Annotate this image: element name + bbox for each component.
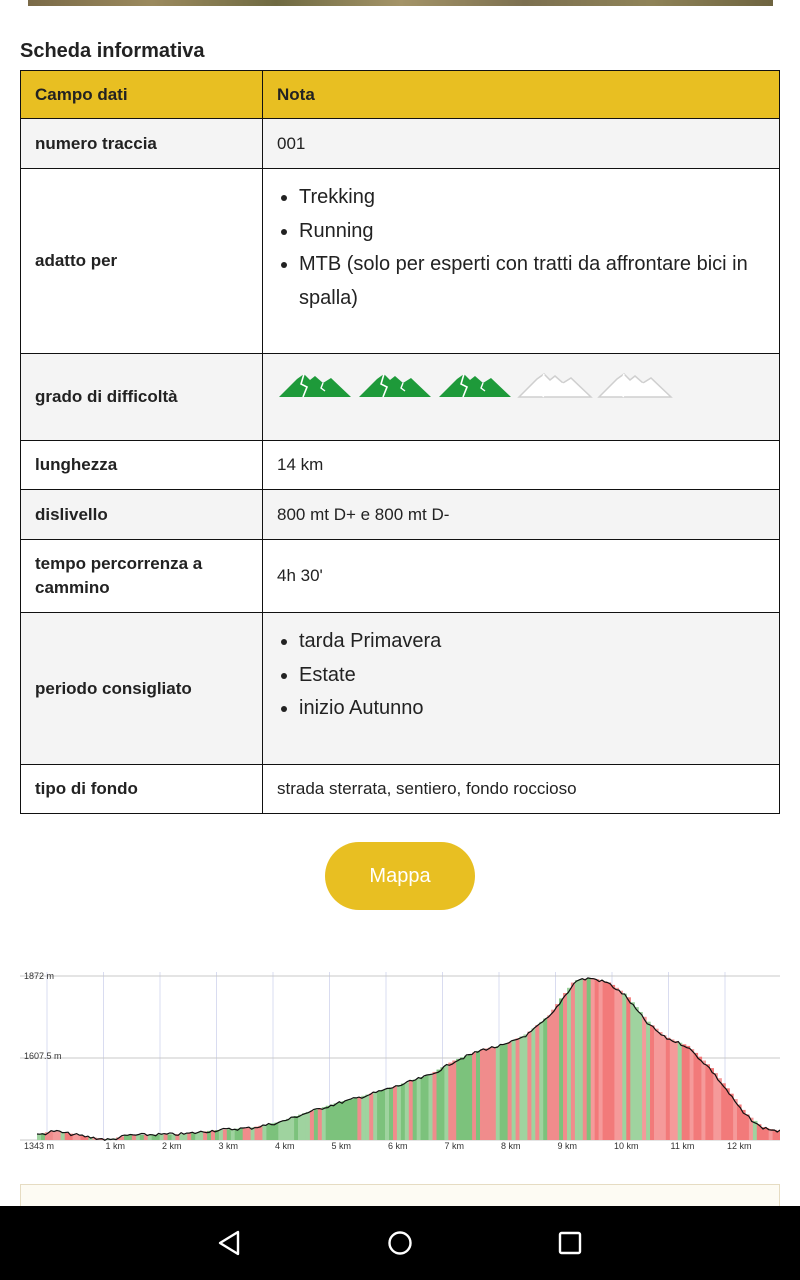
list-item: tarda Primavera: [299, 625, 765, 659]
x-label: 10 km: [614, 1141, 639, 1151]
list-item: Running: [299, 215, 765, 249]
section-title: Scheda informativa: [20, 40, 205, 62]
table-row: numero traccia 001: [20, 118, 780, 169]
table-row: grado di difficoltà: [20, 353, 780, 441]
x-label: 5 km: [332, 1141, 352, 1151]
header-photo: [28, 0, 773, 6]
table-row: lunghezza 14 km: [20, 440, 780, 490]
row-value: 14 km: [262, 440, 780, 490]
home-button[interactable]: [360, 1206, 440, 1280]
difficulty-mountains: [277, 366, 765, 400]
mountain-filled-icon: [439, 373, 511, 398]
y-label-mid: 1607.5 m: [24, 1051, 62, 1061]
recents-icon: [558, 1231, 582, 1255]
table-header-row: Campo dati Nota: [20, 70, 780, 119]
x-label: 2 km: [162, 1141, 182, 1151]
mountain-empty-icon: [517, 373, 593, 398]
list-item: MTB (solo per esperti con tratti da affr…: [299, 248, 765, 315]
back-button[interactable]: [190, 1206, 270, 1280]
row-key: lunghezza: [20, 440, 263, 490]
row-value: strada sterrata, sentiero, fondo roccios…: [262, 764, 780, 814]
table-row: tipo di fondo strada sterrata, sentiero,…: [20, 764, 780, 814]
x-label: 8 km: [501, 1141, 521, 1151]
android-nav-bar: [0, 1206, 800, 1280]
y-label-min: 1343 m: [24, 1141, 54, 1151]
x-label: 11 km: [671, 1141, 695, 1151]
header-key: Campo dati: [20, 70, 263, 119]
x-label: 1 km: [106, 1141, 126, 1151]
x-label: 6 km: [388, 1141, 408, 1151]
x-label: 7 km: [445, 1141, 465, 1151]
mountain-filled-icon: [359, 373, 431, 398]
row-value: 4h 30': [262, 539, 780, 613]
map-button[interactable]: Mappa: [325, 842, 475, 910]
home-icon: [388, 1231, 412, 1255]
row-key: grado di difficoltà: [20, 353, 263, 441]
list-item: Trekking: [299, 181, 765, 215]
header-value: Nota: [262, 70, 780, 119]
row-key: adatto per: [20, 168, 263, 354]
y-label-max: 1872 m: [24, 971, 54, 981]
list-item: Estate: [299, 659, 765, 693]
x-label: 4 km: [275, 1141, 295, 1151]
row-key: dislivello: [20, 489, 263, 540]
difficulty-rating: [262, 353, 780, 441]
x-label: 12 km: [727, 1141, 752, 1151]
elevation-profile-chart: 1 km 2 km 3 km 4 km 5 km 6 km 7 km 8 km 9 km 10 k…: [20, 968, 800, 1153]
table-row: dislivello 800 mt D+ e 800 mt D-: [20, 489, 780, 540]
x-label: 3 km: [219, 1141, 239, 1151]
row-key: periodo consigliato: [20, 612, 263, 765]
table-row: adatto per Trekking Running MTB (solo pe…: [20, 168, 780, 354]
table-row: tempo percorrenza a cammino 4h 30': [20, 539, 780, 613]
x-label: 9 km: [558, 1141, 578, 1151]
elevation-profile[interactable]: 1 km 2 km 3 km 4 km 5 km 6 km 7 km 8 km 9 km 10 k…: [20, 968, 800, 1153]
season-list: tarda Primavera Estate inizio Autunno: [277, 625, 765, 726]
row-value: Trekking Running MTB (solo per esperti c…: [262, 168, 780, 354]
list-item: inizio Autunno: [299, 692, 765, 726]
table-row: periodo consigliato tarda Primavera Esta…: [20, 612, 780, 765]
row-value: 001: [262, 118, 780, 169]
mountain-filled-icon: [279, 373, 351, 398]
info-table: Campo dati Nota numero traccia 001 adatt…: [20, 70, 780, 814]
recents-button[interactable]: [530, 1206, 610, 1280]
mountain-empty-icon: [597, 373, 673, 398]
row-value: tarda Primavera Estate inizio Autunno: [262, 612, 780, 765]
row-key: tipo di fondo: [20, 764, 263, 814]
activity-list: Trekking Running MTB (solo per esperti c…: [277, 181, 765, 315]
back-icon: [218, 1230, 240, 1256]
row-key: numero traccia: [20, 118, 263, 169]
row-value: 800 mt D+ e 800 mt D-: [262, 489, 780, 540]
row-key: tempo percorrenza a cammino: [20, 539, 263, 613]
